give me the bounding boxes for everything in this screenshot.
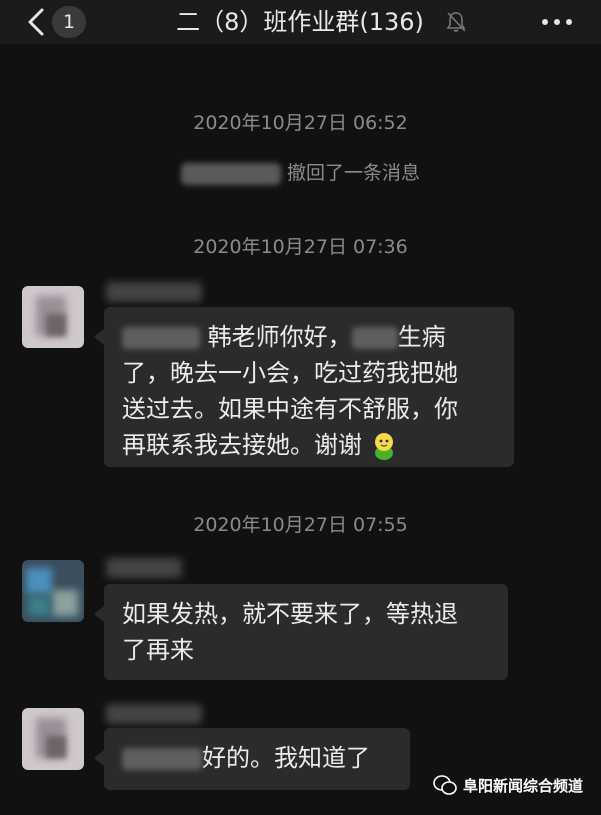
message-line: 如果发热，就不要来了，等热退: [122, 600, 458, 628]
timestamp: 2020年10月27日 06:52: [193, 112, 408, 134]
message-bubble[interactable]: 韩老师你好， 生病 了，晚去一小会，吃过药我把她 送过去。如果中途有不舒服，你 再…: [94, 307, 514, 467]
sprout-emoji-icon: [374, 433, 393, 460]
back-button[interactable]: [20, 4, 56, 40]
timestamp: 2020年10月27日 07:55: [193, 514, 408, 536]
message-line: 了，晚去一小会，吃过药我把她: [122, 359, 458, 387]
chat-title: 二（8）班作业群(136): [176, 8, 424, 36]
chevron-left-icon: [28, 8, 44, 36]
message-line: 韩老师你好， 生病: [122, 319, 496, 355]
blurred-name: [180, 162, 281, 185]
message-line: 送过去。如果中途有不舒服，你: [122, 395, 458, 423]
blurred-name: [122, 327, 200, 349]
more-dots-icon[interactable]: [540, 12, 574, 32]
message-text: 再联系我去接她。谢谢: [122, 431, 362, 459]
avatar[interactable]: [22, 708, 84, 770]
blurred-sender-name: [106, 704, 202, 724]
blurred-name: [351, 327, 398, 349]
blurred-name: [122, 748, 202, 770]
avatar[interactable]: [22, 286, 84, 348]
message-bubble[interactable]: 如果发热，就不要来了，等热退 了再来: [94, 584, 508, 680]
watermark-text: 阜阳新闻综合频道: [462, 776, 583, 795]
chat-header: 1 二（8）班作业群(136): [0, 0, 601, 44]
watermark: 阜阳新闻综合频道: [433, 772, 583, 798]
avatar[interactable]: [22, 560, 84, 622]
message-line: 再联系我去接她。谢谢: [122, 427, 496, 463]
message-line: 了再来: [122, 636, 194, 664]
blurred-sender-name: [106, 558, 182, 578]
bell-muted-icon: [446, 12, 466, 32]
message-text: 好的。我知道了: [202, 744, 370, 772]
message-line: 好的。我知道了: [122, 740, 392, 776]
message-bubble[interactable]: 好的。我知道了: [94, 728, 410, 790]
message-text: 韩老师你好，: [207, 323, 352, 351]
recall-notice: 撤回了一条消息: [0, 158, 601, 185]
timestamp: 2020年10月27日 07:36: [193, 236, 408, 258]
unread-count-badge[interactable]: 1: [52, 6, 86, 38]
recall-text: 撤回了一条消息: [286, 162, 420, 184]
blurred-sender-name: [106, 282, 202, 302]
wechat-logo-icon: [433, 775, 457, 795]
message-text: 生病: [397, 323, 446, 351]
